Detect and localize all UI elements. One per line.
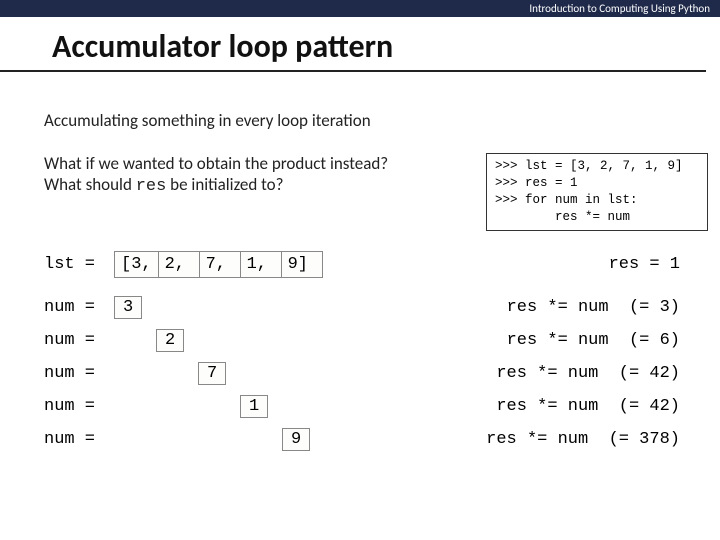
res-expr: res *= num (= 3)	[499, 298, 680, 317]
trace-area: lst = [3,2,7,1,9] res = 1 num =3res *= n…	[0, 231, 720, 451]
lst-label: lst =	[44, 255, 114, 274]
res-expr: res *= num (= 42)	[488, 364, 680, 383]
num-label: num =	[44, 298, 114, 317]
num-label: num =	[44, 331, 114, 350]
question-line2a: What should	[44, 174, 136, 195]
num-slot: 7	[114, 362, 334, 385]
question-line1: What if we wanted to obtain the product …	[44, 153, 388, 174]
question-inline-code: res	[136, 177, 167, 196]
code-box: >>> lst = [3, 2, 7, 1, 9] >>> res = 1 >>…	[486, 153, 708, 231]
res-expr: res *= num (= 42)	[488, 397, 680, 416]
num-row: num = 1 res *= num (= 42)	[44, 395, 680, 418]
slide-title: Accumulator loop pattern	[0, 17, 706, 72]
num-slot: 2	[114, 329, 334, 352]
num-slot: 9	[114, 428, 334, 451]
question-line2b: be initialized to?	[166, 174, 283, 195]
book-header: Introduction to Computing Using Python	[0, 0, 720, 17]
num-box: 3	[114, 296, 142, 319]
num-row: num = 9 res *= num (= 378)	[44, 428, 680, 451]
num-box: 9	[282, 428, 310, 451]
num-box: 7	[198, 362, 226, 385]
list-cells-container: [3,2,7,1,9]	[114, 251, 322, 278]
question-row: What if we wanted to obtain the product …	[0, 131, 720, 231]
num-slot: 3	[114, 296, 334, 319]
list-cell: 9]	[281, 251, 323, 278]
num-row: num =3 res *= num (= 3)	[44, 296, 680, 319]
num-label: num =	[44, 397, 114, 416]
num-label: num =	[44, 364, 114, 383]
num-box: 2	[156, 329, 184, 352]
lst-row: lst = [3,2,7,1,9] res = 1	[44, 251, 680, 278]
res-expr: res *= num (= 6)	[499, 331, 680, 350]
question-text: What if we wanted to obtain the product …	[44, 153, 486, 198]
list-cell: 1,	[240, 251, 282, 278]
num-row: num = 2 res *= num (= 6)	[44, 329, 680, 352]
slide-subtitle: Accumulating something in every loop ite…	[0, 72, 720, 131]
res-expr: res *= num (= 378)	[478, 430, 680, 449]
num-box: 1	[240, 395, 268, 418]
num-row: num = 7 res *= num (= 42)	[44, 362, 680, 385]
num-label: num =	[44, 430, 114, 449]
list-cell: [3,	[114, 251, 159, 278]
list-cell: 7,	[199, 251, 241, 278]
num-slot: 1	[114, 395, 334, 418]
list-cell: 2,	[158, 251, 200, 278]
res-init: res = 1	[601, 255, 680, 274]
